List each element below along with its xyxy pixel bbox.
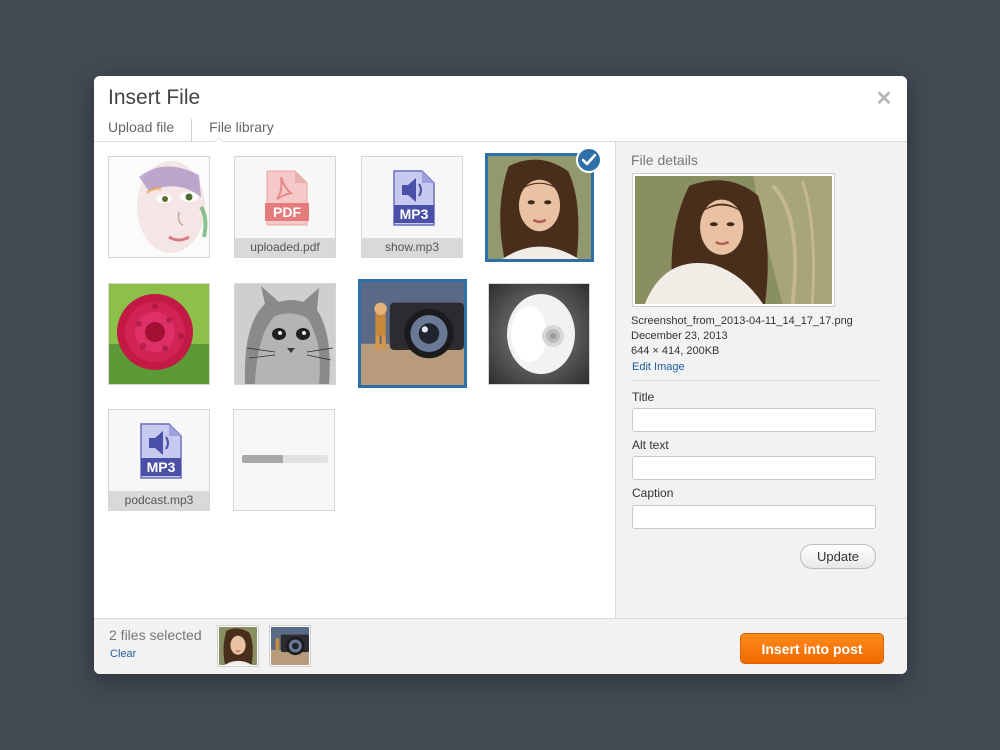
camera-mini-image	[271, 627, 309, 665]
tab-label: Upload file	[108, 119, 175, 135]
details-divider	[631, 380, 881, 381]
details-dimensions: 644 × 414, 200KB	[631, 345, 720, 357]
svg-text:MP3: MP3	[400, 206, 429, 222]
portrait-image	[488, 156, 591, 259]
alt-text-field[interactable]	[632, 456, 876, 480]
file-caption: show.mp3	[362, 238, 462, 257]
portrait-preview	[635, 176, 832, 304]
dialog-header: Insert File ✕ Upload file File library	[94, 76, 907, 143]
library-item-show-mp3[interactable]: MP3 show.mp3	[361, 156, 463, 258]
library-item-uploading	[233, 409, 335, 511]
upload-progress-fill	[242, 455, 284, 463]
details-heading: File details	[631, 152, 698, 168]
library-item-camera-lens[interactable]	[358, 279, 467, 388]
camera-lens-image	[361, 282, 464, 385]
caption-label: Caption	[632, 486, 674, 500]
dialog-footer: 2 files selected Clear Insert into post	[94, 618, 907, 674]
library-item-speaker[interactable]	[488, 283, 590, 385]
svg-text:PDF: PDF	[273, 204, 301, 220]
library-item-cat[interactable]	[234, 283, 336, 385]
alt-text-label: Alt text	[632, 438, 669, 452]
file-library-grid: PDF uploaded.pdf MP3 show.mp3 MP3 podcas…	[94, 142, 615, 618]
edit-image-link[interactable]: Edit Image	[632, 361, 685, 373]
clear-selection-link[interactable]: Clear	[110, 648, 136, 660]
dahlia-image	[109, 284, 209, 384]
library-item-podcast-mp3[interactable]: MP3 podcast.mp3	[108, 409, 210, 511]
title-label: Title	[632, 390, 655, 404]
face-art-image	[109, 157, 209, 257]
file-details-panel: File details Screenshot_from_2013-04-11_…	[615, 142, 907, 618]
upload-progress-bar	[242, 455, 328, 463]
mp3-file-icon: MP3	[393, 170, 435, 226]
speaker-image	[489, 284, 589, 384]
selected-thumb-portrait[interactable]	[217, 625, 259, 667]
caption-field[interactable]	[632, 505, 876, 529]
pdf-file-icon: PDF	[265, 170, 309, 226]
file-caption: uploaded.pdf	[235, 238, 335, 257]
tab-file-library[interactable]: File library	[191, 119, 291, 143]
insert-into-post-button[interactable]: Insert into post	[740, 633, 884, 664]
details-preview-image	[632, 173, 835, 307]
title-field[interactable]	[632, 408, 876, 432]
selected-check-icon[interactable]	[576, 147, 602, 173]
library-item-dahlia[interactable]	[108, 283, 210, 385]
close-icon[interactable]: ✕	[875, 89, 893, 109]
tab-label: File library	[209, 119, 274, 135]
library-item-portrait[interactable]	[485, 153, 594, 262]
selected-thumb-camera[interactable]	[269, 625, 311, 667]
checkmark-icon	[582, 154, 596, 166]
file-caption: podcast.mp3	[109, 491, 209, 510]
cat-sketch-image	[235, 284, 335, 384]
portrait-mini-image	[219, 627, 257, 665]
details-date: December 23, 2013	[631, 330, 728, 342]
svg-text:MP3: MP3	[147, 459, 176, 475]
mp3-file-icon: MP3	[140, 423, 182, 479]
dialog-title: Insert File	[108, 86, 201, 109]
library-item-uploaded-pdf[interactable]: PDF uploaded.pdf	[234, 156, 336, 258]
tab-upload-file[interactable]: Upload file	[108, 119, 191, 142]
details-filename: Screenshot_from_2013-04-11_14_17_17.png	[631, 315, 853, 327]
insert-file-dialog: Insert File ✕ Upload file File library P…	[94, 76, 907, 674]
selected-count: 2 files selected	[109, 627, 202, 643]
update-button[interactable]: Update	[800, 544, 876, 569]
dialog-tabs: Upload file File library	[108, 119, 291, 143]
library-item-face-art[interactable]	[108, 156, 210, 258]
